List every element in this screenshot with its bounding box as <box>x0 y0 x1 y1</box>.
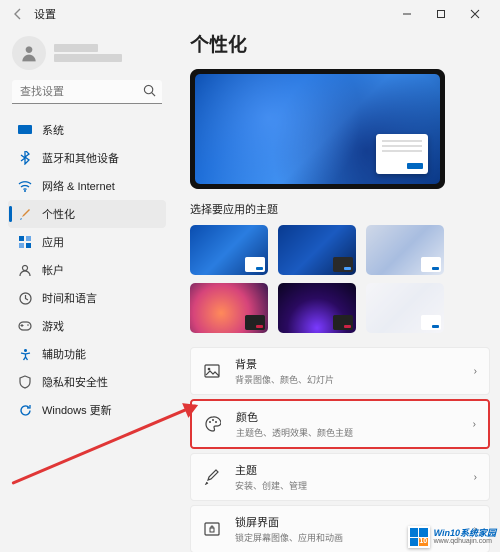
gamepad-icon <box>18 319 32 333</box>
setting-sub: 背景图像、颜色、幻灯片 <box>235 373 460 386</box>
nav-system[interactable]: 系统 <box>8 116 166 144</box>
wifi-icon <box>18 179 32 193</box>
search-icon <box>143 84 156 102</box>
page-title: 个性化 <box>190 30 490 57</box>
close-button[interactable] <box>458 2 492 26</box>
nav-label: 帐户 <box>42 262 64 278</box>
nav-accessibility[interactable]: 辅助功能 <box>8 340 166 368</box>
image-icon <box>203 362 221 380</box>
nav-windows-update[interactable]: Windows 更新 <box>8 396 166 424</box>
setting-heading: 主题 <box>235 462 460 478</box>
nav-label: 时间和语言 <box>42 290 97 306</box>
nav-bluetooth[interactable]: 蓝牙和其他设备 <box>8 144 166 172</box>
nav-time-language[interactable]: 时间和语言 <box>8 284 166 312</box>
apps-icon <box>18 235 32 249</box>
setting-themes[interactable]: 主题 安装、创建、管理 › <box>190 453 490 501</box>
clock-icon <box>18 291 32 305</box>
theme-option[interactable] <box>278 283 356 333</box>
brush-icon <box>18 207 32 221</box>
user-profile[interactable] <box>8 32 166 80</box>
theme-option[interactable] <box>366 283 444 333</box>
watermark-line2: www.qdhuajin.com <box>434 538 496 545</box>
theme-section-label: 选择要应用的主题 <box>190 201 490 217</box>
nav-label: 系统 <box>42 122 64 138</box>
search-box[interactable] <box>12 80 162 104</box>
setting-sub: 安装、创建、管理 <box>235 479 460 492</box>
back-icon[interactable] <box>8 4 28 24</box>
shield-icon <box>18 375 32 389</box>
window-titlebar: 设置 <box>0 0 500 28</box>
nav-label: 游戏 <box>42 318 64 334</box>
theme-option[interactable] <box>190 283 268 333</box>
nav-privacy[interactable]: 隐私和安全性 <box>8 368 166 396</box>
nav-personalization[interactable]: 个性化 <box>8 200 166 228</box>
update-icon <box>18 403 32 417</box>
nav-label: 蓝牙和其他设备 <box>42 150 119 166</box>
theme-option[interactable] <box>366 225 444 275</box>
desktop-preview <box>190 69 445 189</box>
setting-heading: 背景 <box>235 356 460 372</box>
search-input[interactable] <box>12 80 162 104</box>
lock-screen-icon <box>203 520 221 538</box>
theme-option[interactable] <box>278 225 356 275</box>
nav-label: 隐私和安全性 <box>42 374 108 390</box>
setting-background[interactable]: 背景 背景图像、颜色、幻灯片 › <box>190 347 490 395</box>
maximize-button[interactable] <box>424 2 458 26</box>
accessibility-icon <box>18 347 32 361</box>
setting-sub: 主题色、透明效果、颜色主题 <box>236 426 459 439</box>
user-name-redacted <box>54 44 122 62</box>
bluetooth-icon <box>18 151 32 165</box>
nav-accounts[interactable]: 帐户 <box>8 256 166 284</box>
setting-heading: 颜色 <box>236 409 459 425</box>
chevron-right-icon: › <box>473 419 476 430</box>
settings-list: 背景 背景图像、颜色、幻灯片 › 颜色 主题色、透明效果、颜色主题 › 主题 安… <box>190 347 490 552</box>
chevron-right-icon: › <box>474 472 477 483</box>
system-icon <box>18 123 32 137</box>
watermark-line1: Win10系统家园 <box>434 529 496 538</box>
chevron-right-icon: › <box>474 366 477 377</box>
watermark-logo: 10 <box>408 526 430 548</box>
nav-label: 个性化 <box>42 206 75 222</box>
watermark: 10 Win10系统家园 www.qdhuajin.com <box>408 526 496 548</box>
avatar <box>12 36 46 70</box>
nav-apps[interactable]: 应用 <box>8 228 166 256</box>
palette-icon <box>204 415 222 433</box>
nav-network[interactable]: 网络 & Internet <box>8 172 166 200</box>
minimize-button[interactable] <box>390 2 424 26</box>
theme-grid <box>190 225 490 333</box>
setting-colors[interactable]: 颜色 主题色、透明效果、颜色主题 › <box>190 399 490 449</box>
nav-list: 系统 蓝牙和其他设备 网络 & Internet 个性化 应用 帐户 <box>8 116 166 424</box>
nav-label: Windows 更新 <box>42 402 112 418</box>
window-title: 设置 <box>34 6 56 22</box>
theme-option[interactable] <box>190 225 268 275</box>
nav-gaming[interactable]: 游戏 <box>8 312 166 340</box>
brush-icon <box>203 468 221 486</box>
nav-label: 网络 & Internet <box>42 178 115 194</box>
main-content: 个性化 选择要应用的主题 背景 背景图像、颜色、幻灯 <box>170 28 500 552</box>
nav-label: 辅助功能 <box>42 346 86 362</box>
sidebar: 系统 蓝牙和其他设备 网络 & Internet 个性化 应用 帐户 <box>0 28 170 552</box>
person-icon <box>18 263 32 277</box>
nav-label: 应用 <box>42 234 64 250</box>
